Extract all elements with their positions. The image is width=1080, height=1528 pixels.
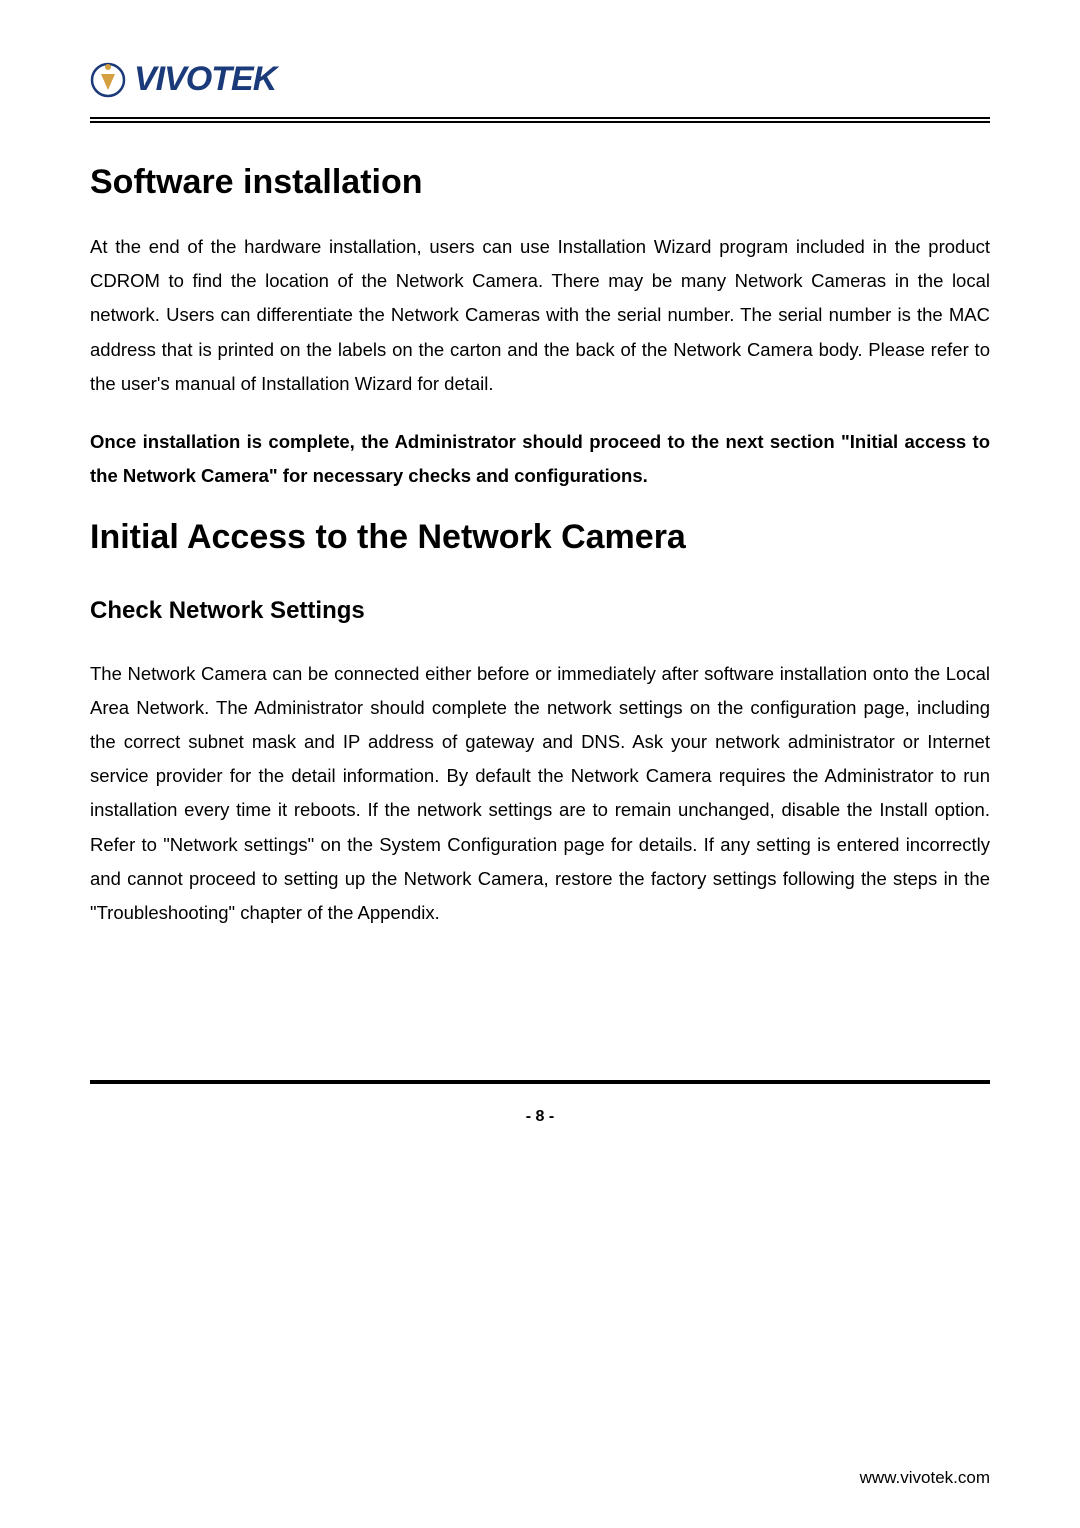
heading-initial-access: Initial Access to the Network Camera bbox=[90, 518, 990, 557]
footer-url: www.vivotek.com bbox=[860, 1468, 990, 1488]
subheading-check-network: Check Network Settings bbox=[90, 597, 990, 625]
header-rule bbox=[90, 117, 990, 123]
page-number: - 8 - bbox=[90, 1108, 990, 1126]
document-page: VIVOTEK Software installation At the end… bbox=[0, 0, 1080, 1126]
footer-rule bbox=[90, 1080, 990, 1084]
logo-text: VIVOTEK bbox=[134, 60, 276, 99]
logo-mark-icon bbox=[90, 62, 126, 98]
paragraph-network-settings: The Network Camera can be connected eith… bbox=[90, 657, 990, 931]
paragraph-install-complete-note: Once installation is complete, the Admin… bbox=[90, 425, 990, 493]
paragraph-install-intro: At the end of the hardware installation,… bbox=[90, 230, 990, 401]
brand-logo: VIVOTEK bbox=[90, 60, 990, 99]
heading-software-installation: Software installation bbox=[90, 163, 990, 202]
logo-container: VIVOTEK bbox=[90, 60, 990, 99]
